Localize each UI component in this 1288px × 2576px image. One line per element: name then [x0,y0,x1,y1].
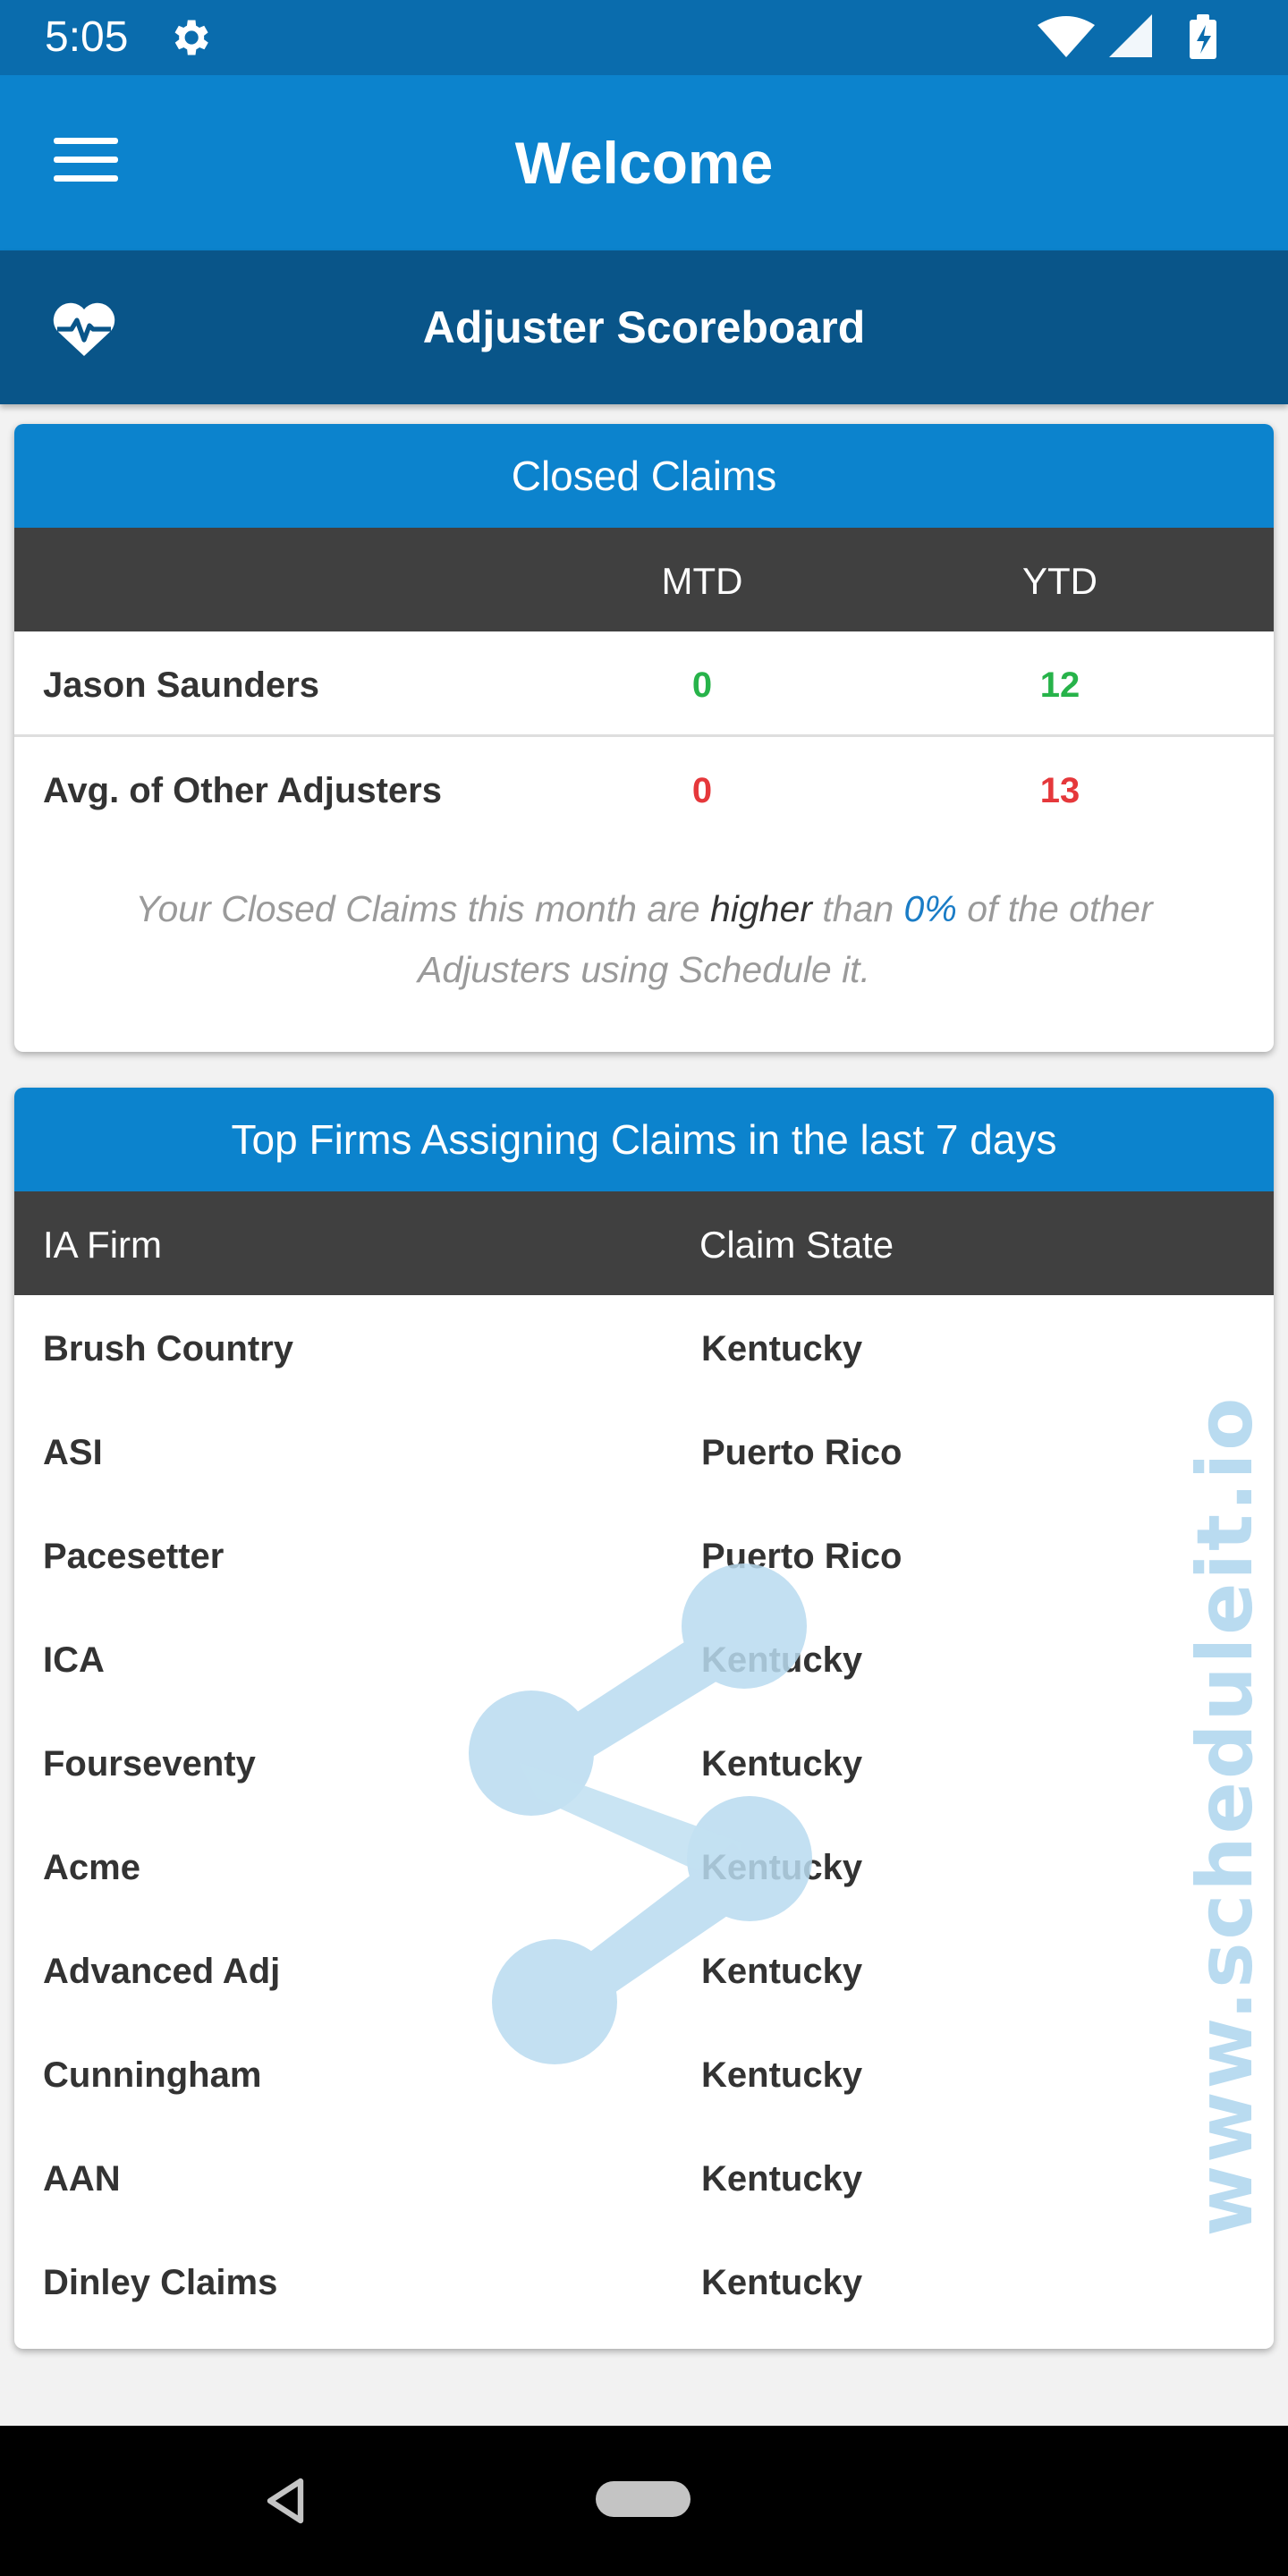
ytd-value: 13 [1039,771,1080,810]
status-time: 5:05 [45,13,129,61]
wifi-icon [1038,16,1095,57]
section-title: Adjuster Scoreboard [422,302,866,352]
table-header: IA Firm Claim State [14,1191,1274,1295]
firm-name: AAN [43,2159,121,2199]
gear-icon [174,20,208,55]
firm-name: Advanced Adj [43,1952,281,1991]
claim-state: Kentucky [701,2263,863,2302]
firm-name: Pacesetter [43,1537,225,1576]
mtd-value: 0 [691,665,713,705]
table-row: Advanced Adj Kentucky [14,1918,1274,2021]
column-header-firm: IA Firm [43,1224,162,1266]
status-icons [1038,14,1216,59]
claim-state: Kentucky [701,1329,863,1368]
firm-name: Dinley Claims [43,2263,278,2302]
claim-state: Puerto Rico [701,1537,902,1576]
app-bar: Welcome [0,75,1288,250]
page-title: Welcome [514,130,774,196]
system-nav-bar [0,2426,1288,2576]
claim-state: Puerto Rico [701,1433,902,1472]
claim-state: Kentucky [701,2159,863,2199]
mtd-value: 0 [691,771,713,810]
firm-name: ICA [43,1640,105,1680]
home-pill-icon[interactable] [596,2481,691,2517]
table-row: AAN Kentucky [14,2125,1274,2229]
firm-name: Cunningham [43,2055,262,2095]
claim-state: Kentucky [701,1744,863,1784]
note-percent: 0% [903,888,957,929]
claim-state: Kentucky [701,1640,863,1680]
note-text: Your Closed Claims this month are [135,888,710,929]
closed-claims-card: Closed Claims MTD YTD Jason Saunders 0 1… [14,424,1274,1052]
table-row: Brush Country Kentucky [14,1295,1274,1399]
firm-name: Acme [43,1848,140,1887]
battery-charging-icon [1190,14,1216,59]
table-row: Dinley Claims Kentucky [14,2229,1274,2333]
firm-name: Fourseventy [43,1744,256,1784]
claim-state: Kentucky [701,1848,863,1887]
column-header-state: Claim State [699,1224,894,1266]
comparison-note: Your Closed Claims this month are higher… [104,878,1184,1000]
status-bar: 5:05 [0,0,1288,75]
table-row: Cunningham Kentucky [14,2021,1274,2125]
table-header: MTD YTD [14,528,1274,631]
column-header-ytd: YTD [1022,560,1097,602]
note-text: than [811,888,904,929]
table-row: ASI Puerto Rico [14,1399,1274,1503]
section-header-bar: Adjuster Scoreboard [0,250,1288,404]
firm-name: Brush Country [43,1329,293,1368]
table-row: Avg. of Other Adjusters 0 13 [14,737,1274,843]
card-title: Top Firms Assigning Claims in the last 7… [14,1088,1274,1191]
table-row: Acme Kentucky [14,1814,1274,1918]
table-row: Fourseventy Kentucky [14,1710,1274,1814]
table-row: Jason Saunders 0 12 [14,631,1274,737]
top-firms-card: Top Firms Assigning Claims in the last 7… [14,1088,1274,2349]
claim-state: Kentucky [701,1952,863,1991]
note-emphasis: higher [709,888,812,929]
adjuster-name: Jason Saunders [43,665,320,705]
card-title: Closed Claims [14,424,1274,528]
table-row: Pacesetter Puerto Rico [14,1503,1274,1606]
column-header-mtd: MTD [661,560,743,602]
firm-name: ASI [43,1433,103,1472]
claim-state: Kentucky [701,2055,863,2095]
table-row: ICA Kentucky [14,1606,1274,1710]
adjuster-name: Avg. of Other Adjusters [43,771,442,810]
back-icon[interactable] [261,2476,311,2526]
ytd-value: 12 [1039,665,1080,705]
